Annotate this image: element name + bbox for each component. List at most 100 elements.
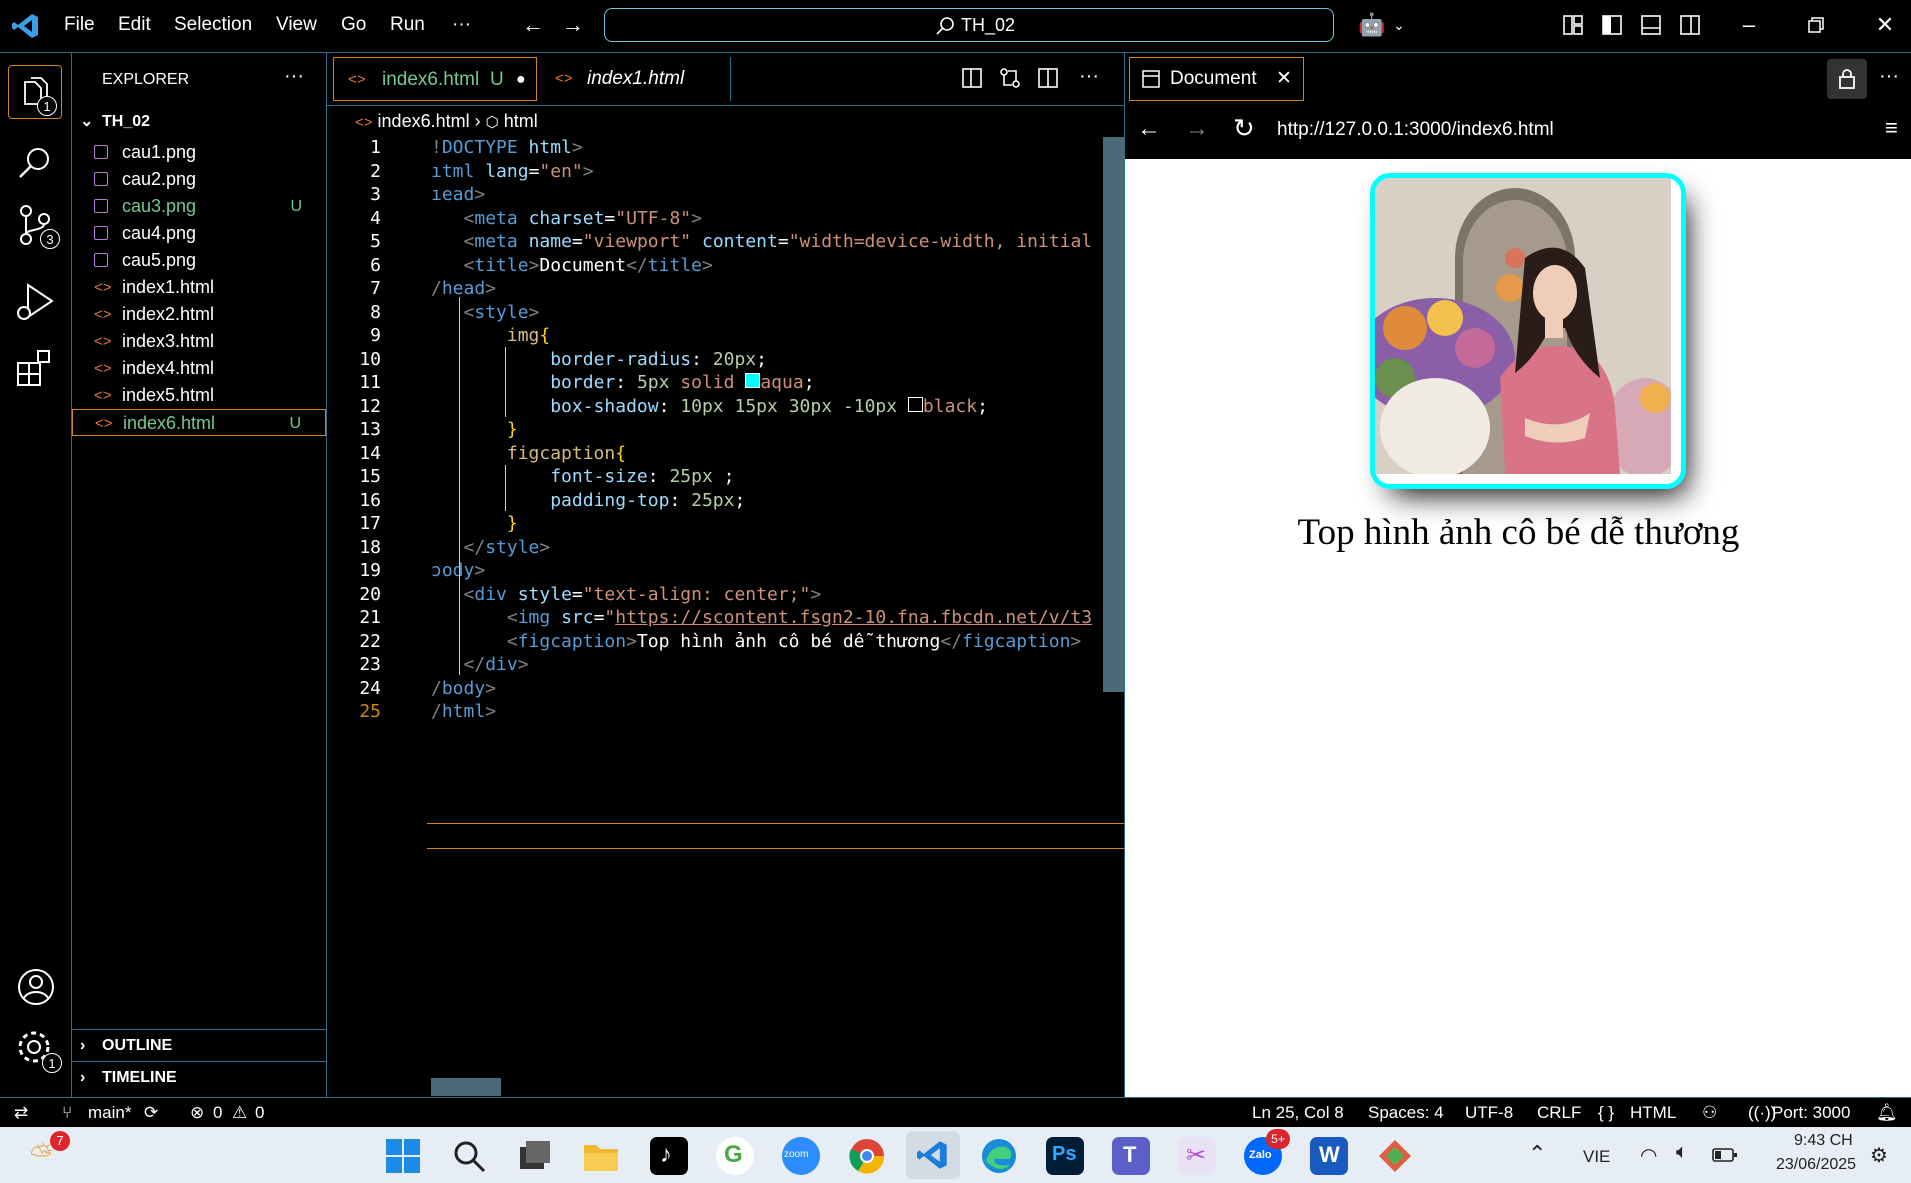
input-language[interactable]: VIE (1583, 1147, 1610, 1167)
reload-icon[interactable]: ↻ (1233, 113, 1255, 144)
file-item[interactable]: <> index4.html (72, 355, 326, 382)
encoding[interactable]: UTF-8 (1465, 1103, 1513, 1123)
explorer-button[interactable]: 1 (8, 65, 62, 119)
close-icon[interactable]: ✕ (1872, 12, 1898, 38)
minimize-icon[interactable]: – (1736, 12, 1762, 38)
weather-widget[interactable]: ⛅︎ 7 (28, 1131, 70, 1175)
url-field[interactable]: http://127.0.0.1:3000/index6.html (1277, 119, 1554, 141)
copilot-icon[interactable]: ⚇ (1702, 1103, 1717, 1123)
language-mode[interactable]: HTML (1630, 1103, 1676, 1123)
customize-layout-icon[interactable] (1562, 14, 1584, 36)
forward-arrow-icon[interactable]: → (1185, 115, 1209, 143)
task-view-icon[interactable] (516, 1137, 554, 1175)
warning-icon[interactable]: ⚠ (232, 1103, 247, 1123)
photoshop-icon[interactable]: Ps (1046, 1137, 1084, 1175)
open-preview-icon[interactable] (961, 67, 983, 89)
search-icon[interactable] (450, 1137, 488, 1175)
file-explorer-icon[interactable] (582, 1137, 620, 1175)
timeline-section[interactable]: › TIMELINE (72, 1061, 326, 1094)
error-count[interactable]: 0 (213, 1103, 222, 1123)
manage-button[interactable]: 1 (14, 1027, 62, 1073)
tab-index1[interactable]: <> index1.html (541, 57, 731, 101)
back-arrow-icon[interactable]: ← (1137, 115, 1161, 143)
toggle-panel-icon[interactable] (1640, 14, 1662, 36)
tiktok-icon[interactable]: ♪ (650, 1137, 688, 1175)
clock-time[interactable]: 9:43 CH (1794, 1132, 1853, 1150)
live-server-port[interactable]: Port: 3000 (1772, 1103, 1850, 1123)
edge-icon[interactable] (980, 1137, 1018, 1175)
clock-date[interactable]: 23/06/2025 (1776, 1156, 1856, 1174)
chevron-down-icon[interactable]: ⌄ (1386, 12, 1412, 38)
file-item[interactable]: <> index2.html (72, 301, 326, 328)
more-actions-icon[interactable]: ··· (1079, 65, 1099, 88)
wifi-icon[interactable]: ◠ (1640, 1143, 1657, 1168)
file-item[interactable]: <> index6.html U (72, 409, 326, 436)
search-icon[interactable] (14, 141, 58, 185)
menu-icon[interactable]: ≡ (1885, 115, 1898, 141)
menu-go[interactable]: Go (341, 14, 366, 36)
account-icon[interactable] (14, 965, 58, 1009)
volume-icon[interactable]: 🔈︎ (1676, 1141, 1688, 1164)
file-item[interactable]: <> index3.html (72, 328, 326, 355)
menu-selection[interactable]: Selection (174, 14, 252, 36)
toggle-sidebar-icon[interactable] (1601, 14, 1623, 36)
file-item[interactable]: cau3.png U (72, 193, 326, 220)
forward-arrow-icon[interactable]: → (560, 12, 586, 38)
menu-run[interactable]: Run (390, 14, 425, 36)
file-item[interactable]: cau1.png (72, 139, 326, 166)
file-item[interactable]: cau5.png (72, 247, 326, 274)
remote-icon[interactable]: ⇄ (14, 1103, 28, 1123)
breadcrumb-symbol[interactable]: html (504, 111, 538, 131)
zalo-icon[interactable]: Zalo 5+ (1244, 1129, 1290, 1175)
chevron-up-icon[interactable]: ⌃ (1528, 1141, 1546, 1167)
warning-count[interactable]: 0 (255, 1103, 264, 1123)
extensions-icon[interactable] (14, 347, 58, 391)
lock-button[interactable] (1827, 59, 1867, 99)
unikey-icon[interactable]: G (716, 1137, 754, 1175)
word-icon[interactable]: W (1310, 1137, 1348, 1175)
run-debug-icon[interactable] (14, 279, 58, 323)
tab-index6[interactable]: <> index6.html U ● (333, 57, 537, 101)
vertical-scrollbar[interactable] (1103, 137, 1124, 692)
toggle-secondary-sidebar-icon[interactable] (1679, 14, 1701, 36)
compare-changes-icon[interactable] (999, 67, 1021, 89)
battery-icon[interactable] (1712, 1147, 1738, 1163)
vscode-taskbar-icon[interactable] (906, 1131, 960, 1179)
branch-name[interactable]: main* (88, 1103, 131, 1123)
code-area[interactable]: 1 2 3 4 5 6 7 8 9 10 11 12 13 14 15 16 17 18 19 20 21 22 23 24 2… (327, 137, 1124, 1007)
breadcrumb-file[interactable]: index6.html (378, 111, 470, 131)
file-item[interactable]: <> index1.html (72, 274, 326, 301)
more-actions-icon[interactable]: ··· (1879, 65, 1899, 88)
menu-more[interactable]: ··· (452, 14, 471, 36)
source-control-button[interactable]: 3 (14, 203, 60, 249)
chrome-icon[interactable] (848, 1137, 886, 1175)
bell-icon[interactable]: 🔔︎ (1876, 1103, 1898, 1123)
more-actions-icon[interactable]: ··· (284, 65, 304, 88)
cursor-position[interactable]: Ln 25, Col 8 (1252, 1103, 1344, 1123)
menu-file[interactable]: File (64, 14, 95, 36)
file-item[interactable]: cau2.png (72, 166, 326, 193)
menu-edit[interactable]: Edit (118, 14, 151, 36)
tab-document[interactable]: Document ✕ (1129, 57, 1304, 101)
file-item[interactable]: cau4.png (72, 220, 326, 247)
horizontal-scrollbar[interactable] (431, 1078, 501, 1096)
indentation[interactable]: Spaces: 4 (1368, 1103, 1444, 1123)
notification-icon[interactable]: ⚙︎ (1870, 1143, 1888, 1168)
snipping-tool-icon[interactable]: ✂ (1178, 1137, 1216, 1175)
zoom-icon[interactable]: zoom (782, 1137, 820, 1175)
close-icon[interactable]: ✕ (1276, 58, 1292, 100)
teams-icon[interactable]: T (1112, 1137, 1150, 1175)
line-endings[interactable]: CRLF (1537, 1103, 1581, 1123)
git-client-icon[interactable] (1376, 1137, 1414, 1175)
restore-icon[interactable] (1807, 16, 1825, 34)
split-editor-icon[interactable] (1037, 67, 1059, 89)
branch-icon[interactable]: ⑂ (62, 1103, 72, 1123)
folder-th02[interactable]: ⌄ TH_02 (72, 106, 326, 138)
menu-view[interactable]: View (276, 14, 317, 36)
command-center-search[interactable]: TH_02 (604, 8, 1334, 42)
error-icon[interactable]: ⊗ (190, 1103, 204, 1123)
outline-section[interactable]: › OUTLINE (72, 1029, 326, 1062)
file-item[interactable]: <> index5.html (72, 382, 326, 409)
sync-icon[interactable]: ⟳ (144, 1103, 158, 1123)
back-arrow-icon[interactable]: ← (520, 12, 546, 38)
